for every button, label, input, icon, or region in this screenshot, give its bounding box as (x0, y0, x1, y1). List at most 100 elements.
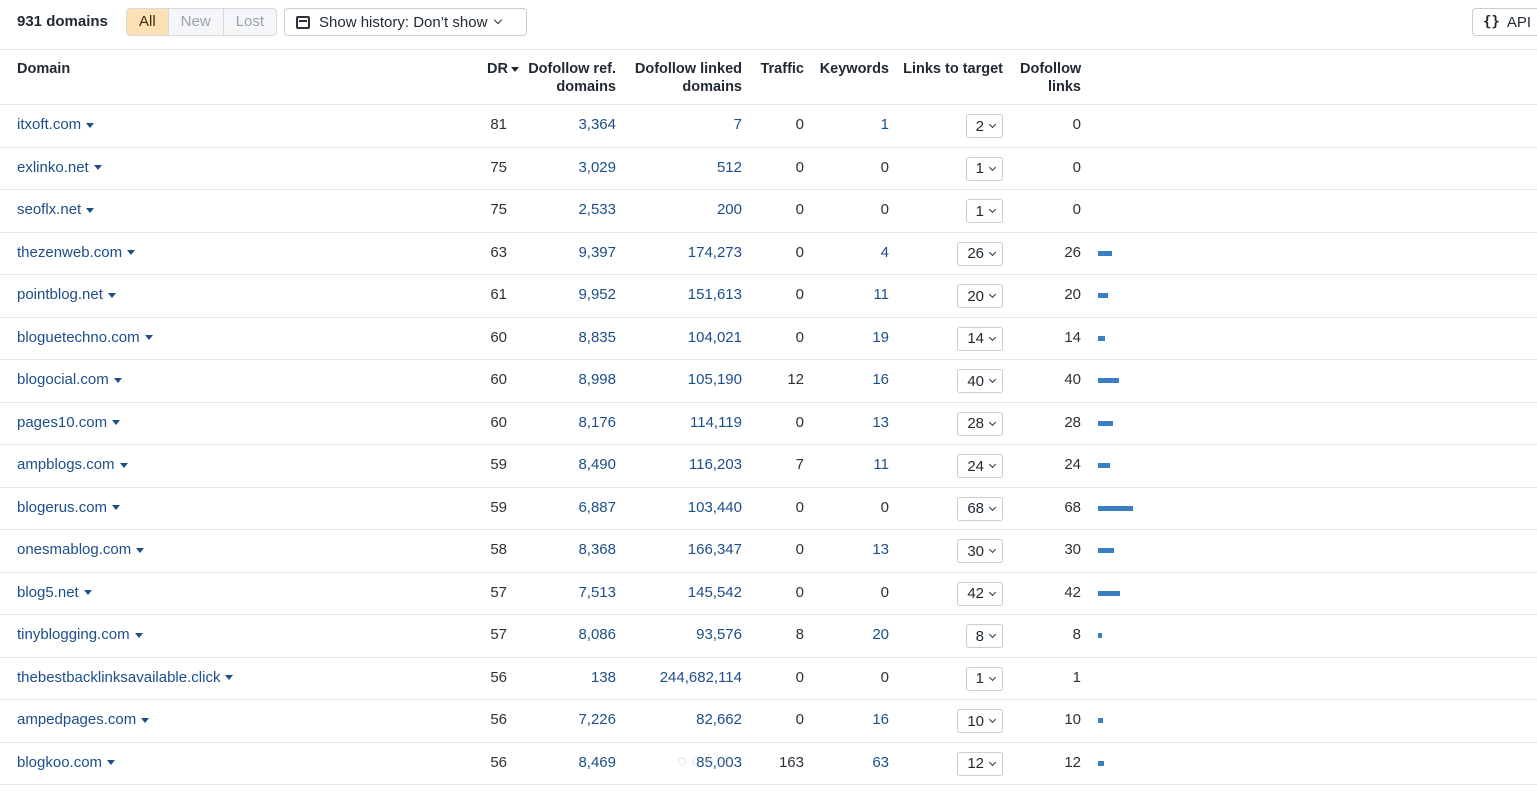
dofollow-linked-domains-value[interactable]: 7 (620, 116, 742, 134)
keywords-value[interactable]: 1 (810, 116, 889, 134)
caret-down-icon[interactable] (225, 675, 234, 681)
dofollow-linked-domains-value[interactable]: 512 (620, 159, 742, 177)
links-to-target-dropdown[interactable]: 24 (957, 454, 1003, 478)
column-dr[interactable]: DR (470, 60, 519, 78)
keywords-value[interactable]: 11 (810, 456, 889, 474)
keywords-value[interactable]: 19 (810, 329, 889, 347)
caret-down-icon[interactable] (134, 632, 143, 638)
filter-lost-button[interactable]: Lost (223, 9, 277, 35)
domain-link[interactable]: bloguetechno.com (17, 329, 153, 347)
links-to-target-dropdown[interactable]: 12 (957, 751, 1003, 776)
column-dofollow-ref-domains[interactable]: Dofollow ref. domains (520, 60, 616, 96)
links-to-target-dropdown[interactable]: 26 (957, 241, 1003, 266)
links-to-target-dropdown[interactable]: 42 (957, 581, 1003, 606)
filter-new-button[interactable]: New (168, 9, 224, 35)
dofollow-ref-domains-value[interactable]: 3,364 (520, 116, 616, 134)
domain-link[interactable]: blogkoo.com (17, 754, 116, 772)
dofollow-ref-domains-value[interactable]: 8,490 (520, 456, 616, 474)
domain-link[interactable]: ampedpages.com (17, 711, 150, 729)
domain-link[interactable]: onesmablog.com (17, 541, 145, 559)
links-to-target-dropdown[interactable]: 14 (957, 326, 1003, 351)
links-to-target-dropdown[interactable]: 28 (957, 411, 1003, 436)
show-history-dropdown[interactable]: Show history: Don’t show (284, 8, 527, 36)
dofollow-linked-domains-value[interactable]: 151,613 (620, 286, 742, 304)
keywords-value[interactable]: 11 (810, 286, 889, 304)
dofollow-ref-domains-value[interactable]: 138 (520, 669, 616, 687)
links-to-target-dropdown[interactable]: 30 (957, 539, 1003, 563)
links-to-target-dropdown[interactable]: 8 (965, 624, 1003, 648)
domain-link[interactable]: exlinko.net (17, 159, 102, 177)
caret-down-icon[interactable] (86, 207, 95, 213)
column-links-to-target[interactable]: Links to target (895, 60, 1003, 78)
dofollow-linked-domains-value[interactable]: 103,440 (620, 499, 742, 517)
domain-link[interactable]: thezenweb.com (17, 244, 136, 262)
links-to-target-dropdown[interactable]: 1 (965, 156, 1003, 181)
keywords-value[interactable]: 16 (810, 711, 889, 729)
domain-link[interactable]: tinyblogging.com (17, 626, 143, 644)
column-dofollow-links[interactable]: Dofollow links (1020, 60, 1090, 96)
keywords-value[interactable]: 4 (810, 244, 889, 262)
links-to-target-dropdown[interactable]: 10 (957, 709, 1003, 733)
links-to-target-dropdown[interactable]: 2 (965, 114, 1003, 138)
keywords-value[interactable]: 13 (810, 414, 889, 432)
domain-link[interactable]: pointblog.net (17, 286, 116, 304)
caret-down-icon[interactable] (107, 760, 116, 766)
links-to-target-dropdown[interactable]: 68 (957, 496, 1003, 521)
dofollow-ref-domains-value[interactable]: 3,029 (520, 159, 616, 177)
domain-link[interactable]: itxoft.com (17, 116, 95, 134)
dofollow-ref-domains-value[interactable]: 9,397 (520, 244, 616, 262)
dofollow-linked-domains-value[interactable]: 104,021 (620, 329, 742, 347)
dofollow-ref-domains-value[interactable]: 8,835 (520, 329, 616, 347)
caret-down-icon[interactable] (141, 717, 150, 723)
caret-down-icon[interactable] (93, 165, 102, 171)
api-button[interactable]: {} API (1472, 8, 1537, 36)
dofollow-ref-domains-value[interactable]: 7,226 (520, 711, 616, 729)
domain-link[interactable]: seoflx.net (17, 201, 95, 219)
caret-down-icon[interactable] (83, 590, 92, 596)
domain-link[interactable]: blogerus.com (17, 499, 121, 517)
column-keywords[interactable]: Keywords (810, 60, 889, 78)
dofollow-ref-domains-value[interactable]: 8,086 (520, 626, 616, 644)
caret-down-icon[interactable] (112, 420, 121, 426)
links-to-target-dropdown[interactable]: 1 (965, 666, 1003, 691)
dofollow-ref-domains-value[interactable]: 8,469 (520, 754, 616, 772)
caret-down-icon[interactable] (112, 505, 121, 511)
dofollow-linked-domains-value[interactable]: 166,347 (620, 541, 742, 559)
domain-link[interactable]: thebestbacklinksavailable.click (17, 669, 234, 687)
dofollow-linked-domains-value[interactable]: 114,119 (620, 414, 742, 432)
column-traffic[interactable]: Traffic (745, 60, 804, 78)
links-to-target-dropdown[interactable]: 40 (957, 369, 1003, 393)
caret-down-icon[interactable] (107, 292, 116, 298)
column-domain[interactable]: Domain (17, 60, 70, 78)
column-dofollow-linked-domains[interactable]: Dofollow linked domains (620, 60, 742, 96)
links-to-target-dropdown[interactable]: 20 (957, 284, 1003, 308)
dofollow-linked-domains-value[interactable]: 116,203 (620, 456, 742, 474)
dofollow-ref-domains-value[interactable]: 8,998 (520, 371, 616, 389)
domain-link[interactable]: ampblogs.com (17, 456, 128, 474)
caret-down-icon[interactable] (136, 547, 145, 553)
dofollow-ref-domains-value[interactable]: 8,176 (520, 414, 616, 432)
dofollow-linked-domains-value[interactable]: 82,662 (620, 711, 742, 729)
caret-down-icon[interactable] (86, 122, 95, 128)
keywords-value[interactable]: 13 (810, 541, 889, 559)
keywords-value[interactable]: 16 (810, 371, 889, 389)
dofollow-ref-domains-value[interactable]: 7,513 (520, 584, 616, 602)
dofollow-linked-domains-value[interactable]: 93,576 (620, 626, 742, 644)
dofollow-linked-domains-value[interactable]: 174,273 (620, 244, 742, 262)
domain-link[interactable]: blogocial.com (17, 371, 122, 389)
caret-down-icon[interactable] (144, 335, 153, 341)
dofollow-ref-domains-value[interactable]: 6,887 (520, 499, 616, 517)
domain-link[interactable]: pages10.com (17, 414, 121, 432)
dofollow-ref-domains-value[interactable]: 8,368 (520, 541, 616, 559)
dofollow-linked-domains-value[interactable]: 200 (620, 201, 742, 219)
caret-down-icon[interactable] (113, 377, 122, 383)
dofollow-linked-domains-value[interactable]: 244,682,114 (620, 669, 742, 687)
dofollow-linked-domains-value[interactable]: 105,190 (620, 371, 742, 389)
filter-all-button[interactable]: All (127, 9, 169, 35)
keywords-value[interactable]: 63 (810, 754, 889, 772)
keywords-value[interactable]: 20 (810, 626, 889, 644)
links-to-target-dropdown[interactable]: 1 (965, 199, 1003, 223)
caret-down-icon[interactable] (127, 250, 136, 256)
dofollow-ref-domains-value[interactable]: 9,952 (520, 286, 616, 304)
dofollow-linked-domains-value[interactable]: 145,542 (620, 584, 742, 602)
